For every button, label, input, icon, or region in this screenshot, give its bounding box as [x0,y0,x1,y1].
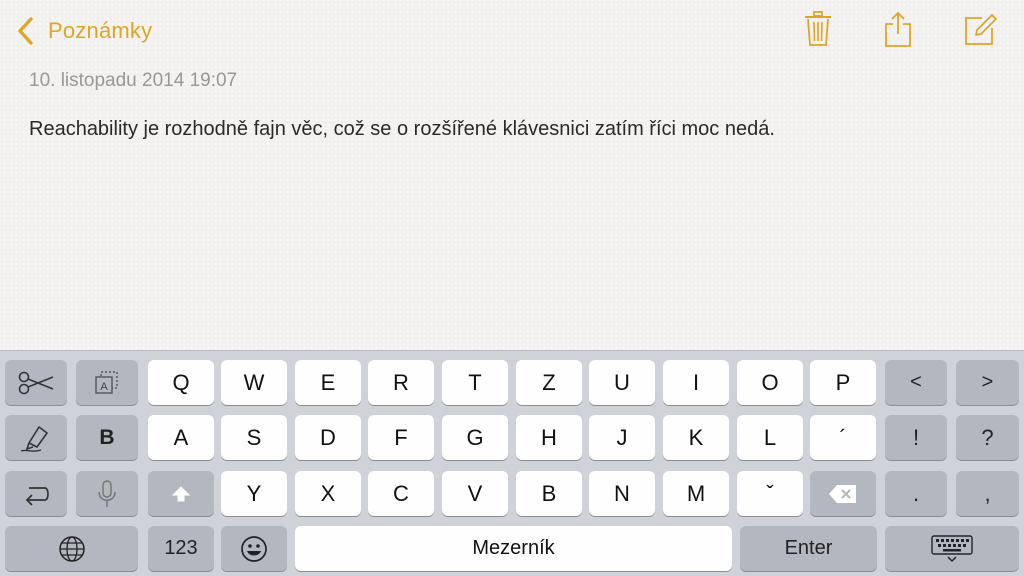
dictation-key[interactable] [76,471,138,516]
key-h[interactable]: H [516,415,582,460]
comma-key[interactable]: , [956,471,1019,516]
space-bar[interactable]: Mezerník [295,526,732,571]
trash-icon [803,10,833,48]
trash-button[interactable] [798,8,838,50]
key-m[interactable]: M [663,471,729,516]
cut-key[interactable] [5,360,67,405]
key-r[interactable]: R [368,360,434,405]
numbers-key[interactable]: 123 [148,526,214,571]
key-o[interactable]: O [737,360,803,405]
key-q[interactable]: Q [148,360,214,405]
key-caron[interactable]: ˇ [737,471,803,516]
dismiss-keyboard-key[interactable] [885,526,1019,571]
question-key[interactable]: ? [956,415,1019,460]
key-e[interactable]: E [295,360,361,405]
undo-key[interactable] [5,471,67,516]
key-f[interactable]: F [368,415,434,460]
globe-key[interactable] [5,526,138,571]
back-button-label: Poznámky [48,18,153,43]
undo-icon [21,482,51,506]
backspace-icon [828,484,858,504]
compose-button[interactable] [960,8,1000,50]
key-c[interactable]: C [368,471,434,516]
shift-icon [171,485,191,503]
shift-key[interactable] [148,471,214,516]
key-s[interactable]: S [221,415,287,460]
copy-text-icon: A [93,369,121,397]
emoji-key[interactable] [221,526,287,571]
chevron-left-icon [14,14,40,48]
key-t[interactable]: T [442,360,508,405]
share-icon [883,10,913,48]
key-v[interactable]: V [442,471,508,516]
key-a[interactable]: A [148,415,214,460]
exclamation-key[interactable]: ! [885,415,947,460]
key-i[interactable]: I [663,360,729,405]
bold-key[interactable]: B [76,415,138,460]
microphone-icon [97,479,117,509]
note-area[interactable]: Poznámky 10. listopadu 2014 19:07 Reacha… [0,0,1024,350]
cursor-left-key[interactable]: < [885,360,947,405]
enter-key[interactable]: Enter [740,526,877,571]
note-body-text[interactable]: Reachability je rozhodně fajn věc, což s… [29,118,775,141]
cursor-right-key[interactable]: > [956,360,1019,405]
note-date: 10. listopadu 2014 19:07 [29,70,238,91]
key-x[interactable]: X [295,471,361,516]
key-g[interactable]: G [442,415,508,460]
key-b[interactable]: B [516,471,582,516]
share-button[interactable] [878,8,918,50]
key-n[interactable]: N [589,471,655,516]
key-z[interactable]: Z [516,360,582,405]
key-acute-accent[interactable]: ´ [810,415,876,460]
emoji-icon [240,535,268,563]
backspace-key[interactable] [810,471,876,516]
keyboard-dismiss-icon [930,534,974,564]
key-l[interactable]: L [737,415,803,460]
key-k[interactable]: K [663,415,729,460]
key-j[interactable]: J [589,415,655,460]
globe-icon [58,535,86,563]
paste-key[interactable] [5,415,67,460]
key-u[interactable]: U [589,360,655,405]
copy-key[interactable]: A [76,360,138,405]
key-w[interactable]: W [221,360,287,405]
paste-brush-icon [19,423,53,453]
key-d[interactable]: D [295,415,361,460]
svg-text:A: A [100,381,108,393]
scissors-icon [17,371,55,395]
compose-icon [962,11,998,47]
key-y[interactable]: Y [221,471,287,516]
keyboard: A Q W E R T Z U I O P < > B A S D F G H … [0,350,1024,576]
back-button[interactable]: Poznámky [14,12,152,50]
period-key[interactable]: . [885,471,947,516]
key-p[interactable]: P [810,360,876,405]
